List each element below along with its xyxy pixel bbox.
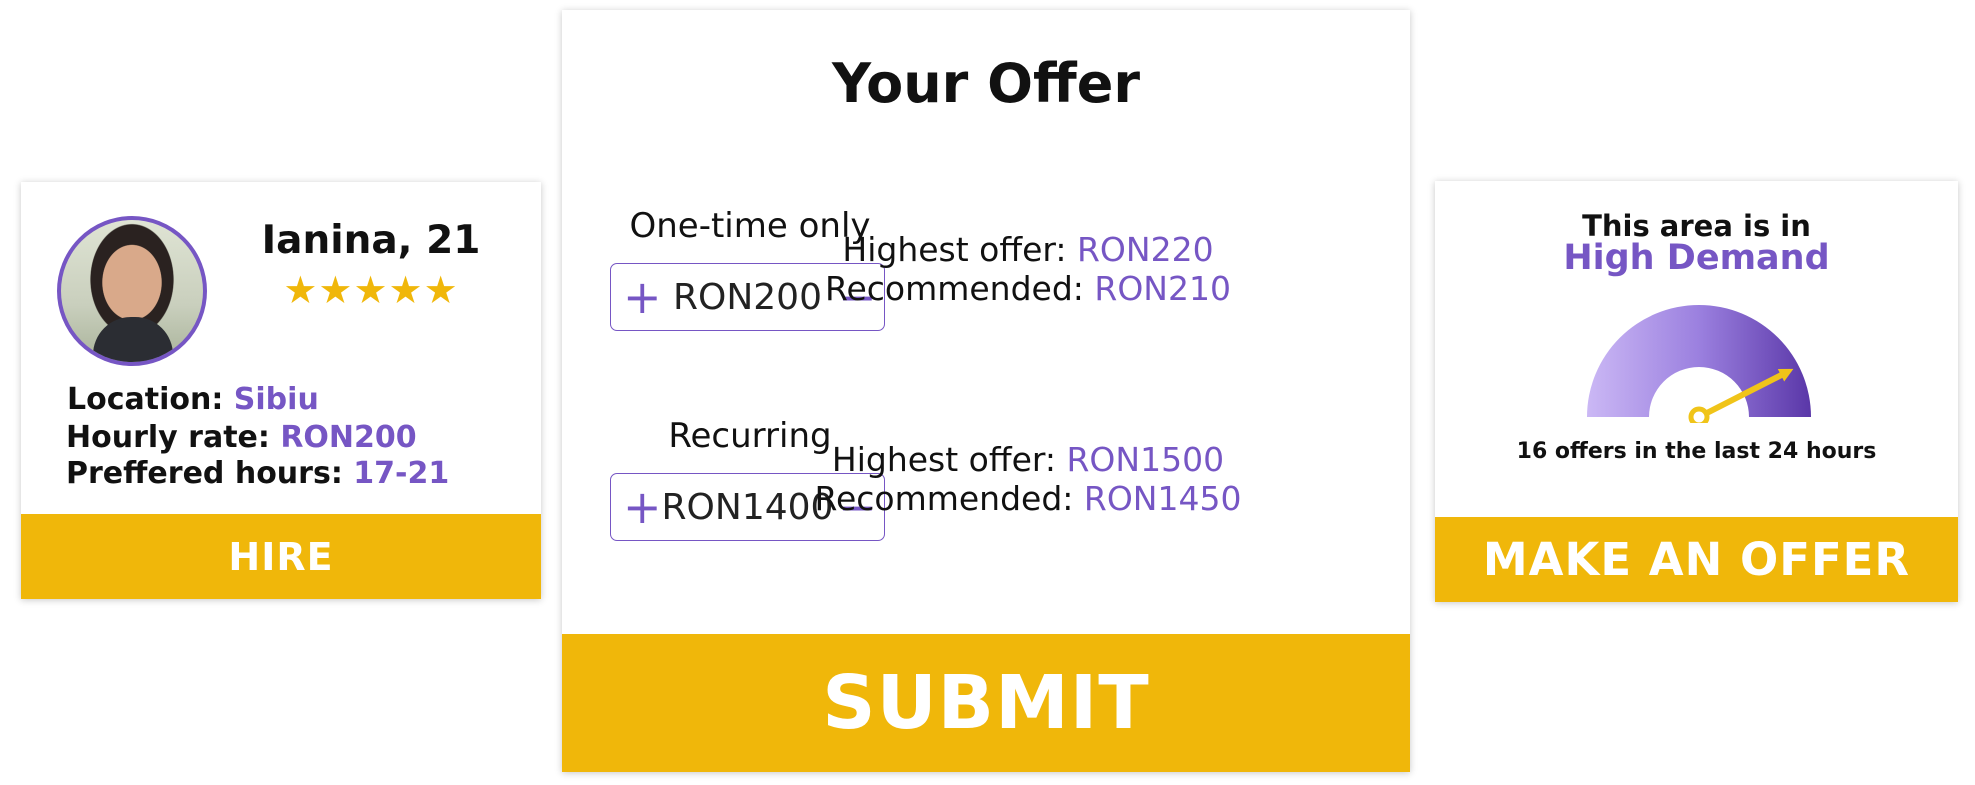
preferred-hours-label: Preffered hours: bbox=[66, 456, 354, 491]
gauge-arc bbox=[1587, 305, 1811, 417]
profile-name: Ianina, 21 bbox=[261, 218, 481, 263]
recommended-label: Recommended: bbox=[814, 479, 1084, 518]
preferred-hours-row: Preffered hours: 17-21 bbox=[66, 456, 449, 491]
highest-offer-value: RON220 bbox=[1077, 230, 1214, 269]
plus-icon[interactable]: + bbox=[623, 484, 662, 530]
hire-button[interactable]: HIRE bbox=[21, 514, 541, 599]
highest-offer-label: Highest offer: bbox=[842, 230, 1077, 269]
submit-button[interactable]: SUBMIT bbox=[562, 634, 1410, 772]
demand-gauge bbox=[1587, 305, 1811, 423]
recurring-recommended: Recommended: RON1450 bbox=[778, 479, 1278, 518]
highest-offer-label: Highest offer: bbox=[831, 440, 1067, 479]
offer-title: Your Offer bbox=[831, 52, 1141, 115]
recommended-value: RON210 bbox=[1094, 269, 1231, 308]
recommended-value: RON1450 bbox=[1083, 479, 1242, 518]
recurring-highest: Highest offer: RON1500 bbox=[778, 440, 1278, 479]
offer-card: Your Offer One-time only + RON200 − High… bbox=[562, 10, 1410, 772]
one-time-highest: Highest offer: RON220 bbox=[778, 230, 1278, 269]
highest-offer-value: RON1500 bbox=[1066, 440, 1225, 479]
demand-card: This area is in High Demand 16 offers in… bbox=[1435, 181, 1958, 602]
location-value: Sibiu bbox=[233, 382, 319, 417]
location-row: Location: Sibiu bbox=[67, 382, 319, 417]
plus-icon[interactable]: + bbox=[623, 274, 662, 320]
make-an-offer-button[interactable]: MAKE AN OFFER bbox=[1435, 517, 1958, 602]
location-label: Location: bbox=[67, 382, 234, 417]
star-rating: ★★★★★ bbox=[266, 268, 476, 312]
one-time-recommended: Recommended: RON210 bbox=[778, 269, 1278, 308]
avatar bbox=[57, 216, 207, 366]
offer-count: 16 offers in the last 24 hours bbox=[1516, 439, 1877, 464]
profile-card: Ianina, 21 ★★★★★ Location: Sibiu Hourly … bbox=[21, 182, 541, 599]
recommended-label: Recommended: bbox=[825, 269, 1095, 308]
preferred-hours-value: 17-21 bbox=[353, 456, 450, 491]
high-demand-label: High Demand bbox=[1563, 238, 1830, 278]
hourly-rate-value: RON200 bbox=[280, 420, 417, 455]
hourly-rate-label: Hourly rate: bbox=[66, 420, 281, 455]
hourly-rate-row: Hourly rate: RON200 bbox=[66, 420, 417, 455]
